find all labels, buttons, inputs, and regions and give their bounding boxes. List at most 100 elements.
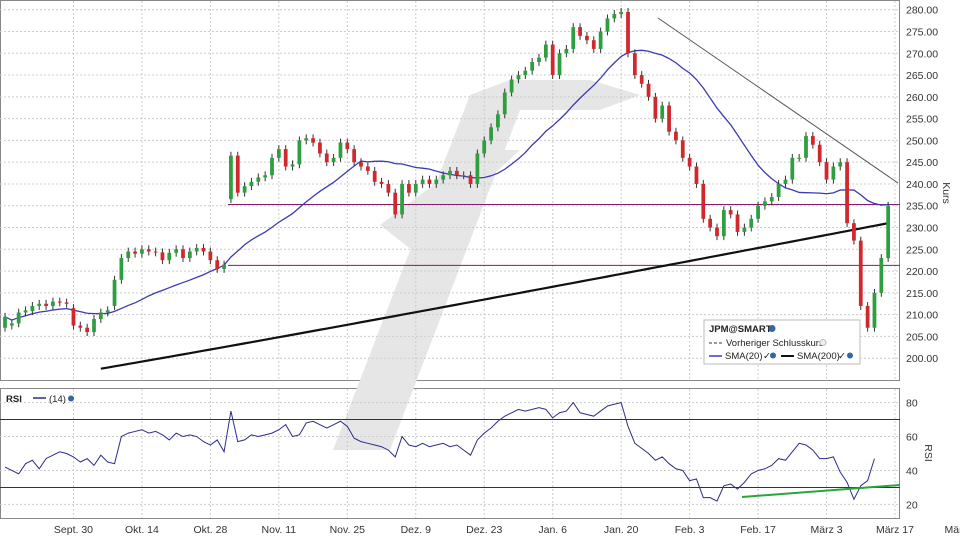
x-tick-label: Okt. 28 [193, 524, 227, 536]
candle-body [146, 249, 151, 252]
candle-body [44, 303, 48, 306]
price-legend: JPM@SMART Vorheriger Schlusskurs SMA(20)… [703, 319, 861, 365]
candle-body [523, 70, 528, 76]
candle-body [626, 11, 630, 54]
candle-body [516, 75, 521, 80]
legend-sma20: SMA(20) [725, 351, 762, 362]
candle-body [167, 252, 172, 261]
candle-body [352, 149, 357, 163]
candle-body [345, 142, 350, 150]
rsi-tick-label: 60 [906, 432, 918, 444]
price-tick-label: 255.00 [906, 114, 938, 126]
candle-body [872, 292, 877, 328]
legend-sma200: SMA(200) [797, 351, 840, 362]
candle-body [653, 96, 658, 119]
candle-body [578, 27, 582, 36]
x-tick-label: März 31 [944, 524, 960, 536]
candle-body [3, 316, 7, 328]
rsi-tick-label: 20 [906, 499, 918, 511]
candle-body [537, 57, 541, 62]
price-tick-label: 270.00 [906, 48, 938, 60]
candle-body [543, 44, 548, 58]
candle-body [694, 166, 699, 184]
x-tick-label: Dez. 23 [466, 524, 502, 536]
candle-body [448, 170, 452, 176]
candle-body [276, 149, 281, 158]
candle-body [393, 192, 398, 215]
rsi-axis-title: RSI [922, 444, 934, 462]
price-tick-label: 215.00 [906, 288, 938, 300]
rsi-legend-settings-icon[interactable] [68, 395, 74, 402]
candle-body [229, 155, 233, 200]
candle-body [715, 227, 719, 237]
candle-body [797, 157, 802, 159]
candle-body [441, 175, 446, 180]
candle-body [585, 35, 589, 41]
price-axis-title: Kurs [940, 182, 952, 204]
legend-sma20-check-icon[interactable]: ✓ [763, 351, 771, 362]
candle-body [379, 181, 384, 184]
candle-body [365, 166, 370, 171]
legend-prev-close-toggle-icon[interactable] [819, 339, 827, 346]
candle-body [886, 205, 891, 259]
rsi-tick-label: 40 [906, 465, 918, 477]
x-tick-label: März 17 [876, 524, 914, 536]
candle-body [413, 183, 418, 193]
price-tick-label: 280.00 [906, 5, 938, 17]
candle-body [222, 264, 226, 269]
candle-body [208, 251, 213, 261]
candle-body [201, 248, 206, 252]
candle-body [817, 144, 822, 163]
candle-body [619, 11, 624, 15]
candle-body [283, 149, 288, 167]
candle-body [475, 153, 480, 184]
x-tick-label: Okt. 14 [125, 524, 159, 536]
stock-chart: 200.00 205.00 210.00 215.00 220.00 225.00 230.… [0, 0, 960, 536]
candle-body [30, 305, 35, 312]
candle-body [728, 210, 733, 215]
candle-body [386, 183, 391, 193]
candle-body [270, 157, 274, 176]
candle-body [318, 142, 322, 154]
candle-body [78, 325, 83, 328]
candle-body [756, 205, 760, 219]
legend-sma200-check-icon[interactable]: ✓ [838, 351, 846, 362]
candle-body [420, 179, 425, 184]
candle-body [256, 177, 261, 182]
legend-settings-icon[interactable] [768, 325, 776, 332]
candle-body [57, 301, 62, 303]
x-tick-label: Feb. 3 [675, 524, 705, 536]
candle-body [838, 162, 843, 167]
x-tick-label: März 3 [810, 524, 842, 536]
legend-sma200-settings-icon[interactable] [847, 352, 853, 359]
candle-body [783, 179, 788, 184]
price-tick-label: 220.00 [906, 266, 938, 278]
candle-body [605, 18, 610, 32]
candle-body [64, 302, 69, 304]
candle-body [311, 138, 315, 143]
price-tick-label: 250.00 [906, 135, 938, 147]
candle-body [153, 251, 158, 253]
candle-body [92, 319, 96, 333]
candle-body [468, 175, 473, 184]
rsi-legend-period: (14) [49, 394, 66, 405]
candle-body [140, 249, 144, 254]
candle-body [735, 214, 740, 232]
candle-body [502, 92, 507, 115]
x-tick-label: Feb. 17 [740, 524, 776, 536]
legend-sma20-settings-icon[interactable] [770, 352, 776, 359]
candle-body [304, 138, 309, 141]
candle-body [687, 157, 692, 167]
rsi-tick-label: 80 [906, 398, 918, 410]
candle-body [804, 136, 808, 158]
candle-body [776, 183, 781, 198]
candle-body [865, 305, 870, 328]
candle-body [763, 201, 767, 206]
x-tick-label: Nov. 11 [262, 524, 297, 536]
candle-body [263, 175, 268, 178]
candle-body [407, 183, 411, 193]
candle-body [235, 155, 240, 193]
candle-body [338, 142, 343, 158]
candle-body [646, 83, 651, 97]
candle-body [701, 183, 706, 219]
